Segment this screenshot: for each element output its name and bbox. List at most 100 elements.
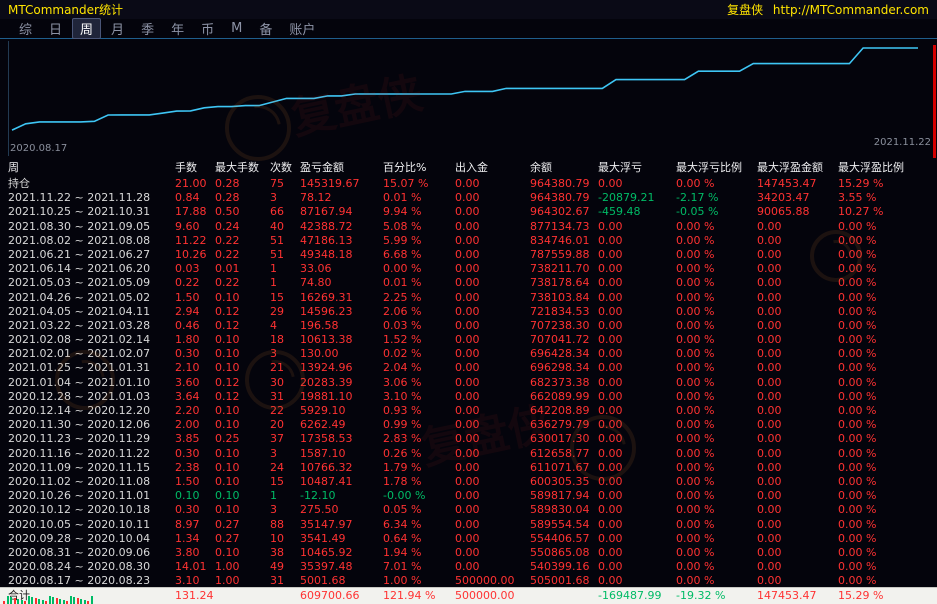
cell-pct: 1.79 % (383, 461, 455, 475)
cell-lots: 1.80 (175, 333, 215, 347)
cell-mfpp: 0.00 % (838, 376, 929, 390)
cell-w: 2021.01.25 ~ 2021.01.31 (8, 361, 175, 375)
cell-lots: 3.85 (175, 432, 215, 446)
table-row[interactable]: 2021.08.02 ~ 2021.08.0811.220.225147186.… (0, 234, 937, 248)
table-row[interactable]: 2020.12.14 ~ 2020.12.202.200.10225929.10… (0, 404, 937, 418)
cell-ml (215, 588, 270, 604)
menu-item-M[interactable]: M (224, 21, 249, 36)
cell-pl: 49348.18 (300, 248, 383, 262)
table-row[interactable]: 2021.01.25 ~ 2021.01.312.100.102113924.9… (0, 361, 937, 375)
cell-mfp: 0.00 (757, 361, 838, 375)
table-row[interactable]: 2020.10.05 ~ 2020.10.118.970.278835147.9… (0, 518, 937, 532)
column-header[interactable]: 最大浮亏比例 (676, 158, 757, 177)
table-row[interactable]: 2020.08.31 ~ 2020.09.063.800.103810465.9… (0, 546, 937, 560)
table-row[interactable]: 2021.01.04 ~ 2021.01.103.600.123020283.3… (0, 376, 937, 390)
total-row: 合计131.24609700.66121.94 %500000.00-16948… (0, 588, 937, 604)
cell-mfpp: 0.00 % (838, 276, 929, 290)
cell-n: 20 (270, 418, 300, 432)
table-row[interactable]: 2021.08.30 ~ 2021.09.059.600.244042388.7… (0, 220, 937, 234)
column-header[interactable]: 最大浮盈金额 (757, 158, 838, 177)
column-header[interactable]: 次数 (270, 158, 300, 177)
table-row[interactable]: 2020.08.24 ~ 2020.08.3014.011.004935397.… (0, 560, 937, 574)
menu-item-月[interactable]: 月 (104, 19, 131, 38)
table-row[interactable]: 2021.02.01 ~ 2021.02.070.300.103130.000.… (0, 347, 937, 361)
cell-bal: 834746.01 (530, 234, 598, 248)
table-row[interactable]: 2020.11.09 ~ 2020.11.152.380.102410766.3… (0, 461, 937, 475)
table-row[interactable]: 2021.05.03 ~ 2021.05.090.220.22174.800.0… (0, 276, 937, 290)
table-header: 周手数最大手数次数盈亏金额百分比%出入金余额最大浮亏最大浮亏比例最大浮盈金额最大… (0, 158, 937, 177)
table-row[interactable]: 2021.11.22 ~ 2021.11.280.840.28378.120.0… (0, 191, 937, 205)
cell-mflp: 0.00 % (676, 333, 757, 347)
table-row[interactable]: 持仓21.000.2875145319.6715.07 %0.00964380.… (0, 177, 937, 191)
table-row[interactable]: 2021.06.14 ~ 2021.06.200.030.01133.060.0… (0, 262, 937, 276)
cell-lots: 0.10 (175, 489, 215, 503)
table-row[interactable]: 2020.10.26 ~ 2020.11.010.100.101-12.10-0… (0, 489, 937, 503)
cell-pl: 1587.10 (300, 447, 383, 461)
column-header[interactable]: 盈亏金额 (300, 158, 383, 177)
cell-bal: 964302.67 (530, 205, 598, 219)
cell-mfl: 0.00 (598, 447, 676, 461)
menu-item-日[interactable]: 日 (42, 19, 69, 38)
cell-bal: 540399.16 (530, 560, 598, 574)
cell-pct: 2.83 % (383, 432, 455, 446)
cell-ml: 0.12 (215, 390, 270, 404)
menu-item-备[interactable]: 备 (252, 19, 279, 38)
cell-ml: 0.22 (215, 248, 270, 262)
cell-io: 0.00 (455, 319, 530, 333)
table-row[interactable]: 2020.08.17 ~ 2020.08.233.101.00315001.68… (0, 574, 937, 587)
table-row[interactable]: 2020.09.28 ~ 2020.10.041.340.27103541.49… (0, 532, 937, 546)
cell-mfl: 0.00 (598, 404, 676, 418)
cell-n: 3 (270, 347, 300, 361)
table-row[interactable]: 2020.11.30 ~ 2020.12.062.000.10206262.49… (0, 418, 937, 432)
table-row[interactable]: 2020.11.16 ~ 2020.11.220.300.1031587.100… (0, 447, 937, 461)
table-row[interactable]: 2020.11.02 ~ 2020.11.081.500.101510487.4… (0, 475, 937, 489)
cell-mflp: 0.00 % (676, 404, 757, 418)
cell-pct: 121.94 % (383, 588, 455, 604)
cell-mfp: 0.00 (757, 503, 838, 517)
table-row[interactable]: 2021.06.21 ~ 2021.06.2710.260.225149348.… (0, 248, 937, 262)
menu-item-周[interactable]: 周 (72, 18, 101, 39)
menu-item-季[interactable]: 季 (134, 19, 161, 38)
cell-mfl: 0.00 (598, 234, 676, 248)
menu-item-综[interactable]: 综 (12, 19, 39, 38)
table-row[interactable]: 2021.03.22 ~ 2021.03.280.460.124196.580.… (0, 319, 937, 333)
column-header[interactable]: 最大手数 (215, 158, 270, 177)
column-header[interactable]: 手数 (175, 158, 215, 177)
cell-mflp: 0.00 % (676, 447, 757, 461)
column-header[interactable]: 最大浮亏 (598, 158, 676, 177)
menu-item-币[interactable]: 币 (194, 19, 221, 38)
table-row[interactable]: 2020.11.23 ~ 2020.11.293.850.253717358.5… (0, 432, 937, 446)
cell-ml: 0.27 (215, 532, 270, 546)
cell-mfpp: 0.00 % (838, 418, 929, 432)
cell-io: 0.00 (455, 404, 530, 418)
table-row[interactable]: 2021.04.05 ~ 2021.04.112.940.122914596.2… (0, 305, 937, 319)
cell-lots: 3.10 (175, 574, 215, 587)
cell-mfp: 147453.47 (757, 588, 838, 604)
column-header[interactable]: 周 (8, 158, 175, 177)
table-row[interactable]: 2021.10.25 ~ 2021.10.3117.880.506687167.… (0, 205, 937, 219)
cell-w: 2021.04.05 ~ 2021.04.11 (8, 305, 175, 319)
cell-mfpp: 0.00 % (838, 220, 929, 234)
mini-candle (38, 599, 40, 604)
column-header[interactable]: 余额 (530, 158, 598, 177)
column-header[interactable]: 最大浮盈比例 (838, 158, 929, 177)
cell-io: 0.00 (455, 347, 530, 361)
menu-item-年[interactable]: 年 (164, 19, 191, 38)
column-header[interactable]: 出入金 (455, 158, 530, 177)
cell-mflp: 0.00 % (676, 560, 757, 574)
table-row[interactable]: 2020.12.28 ~ 2021.01.033.640.123119881.1… (0, 390, 937, 404)
cell-ml: 0.22 (215, 276, 270, 290)
table-row[interactable]: 2020.10.12 ~ 2020.10.180.300.103275.500.… (0, 503, 937, 517)
cell-pct: 0.05 % (383, 503, 455, 517)
cell-lots: 14.01 (175, 560, 215, 574)
cell-bal: 611071.67 (530, 461, 598, 475)
cell-ml: 0.50 (215, 205, 270, 219)
table-row[interactable]: 2021.02.08 ~ 2021.02.141.800.101810613.3… (0, 333, 937, 347)
cell-mfpp: 0.00 % (838, 447, 929, 461)
cell-n: 18 (270, 333, 300, 347)
current-week-marker (933, 45, 936, 158)
table-row[interactable]: 2021.04.26 ~ 2021.05.021.500.101516269.3… (0, 291, 937, 305)
brand-url[interactable]: http://MTCommander.com (773, 3, 929, 17)
menu-item-账户[interactable]: 账户 (282, 19, 322, 38)
column-header[interactable]: 百分比% (383, 158, 455, 177)
